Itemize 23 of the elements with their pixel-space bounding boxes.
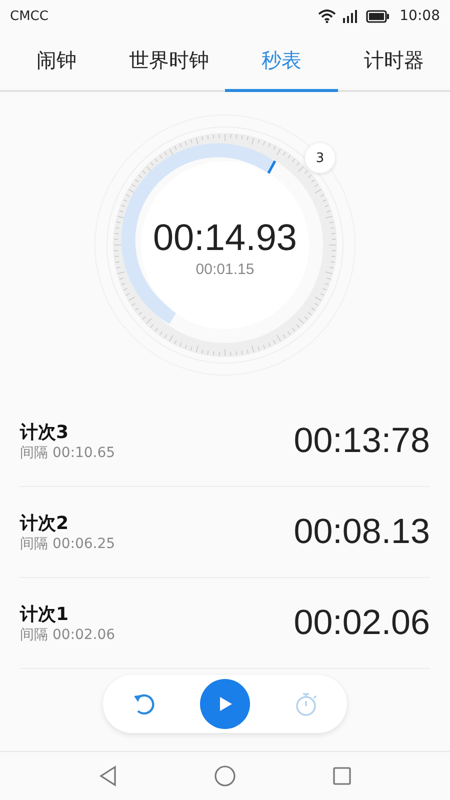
lap-name: 计次3 <box>20 421 70 444</box>
lap-interval: 间隔 00:02.06 <box>20 626 116 644</box>
lap-total-time: 00:13:78 <box>294 421 430 461</box>
lap-total-time: 00:08.13 <box>294 512 430 552</box>
carrier-name: CMCC <box>10 8 48 24</box>
lap-interval: 间隔 00:10.65 <box>20 444 116 462</box>
lap-total-time: 00:02.06 <box>294 603 430 643</box>
lap-count-badge: 3 <box>305 143 335 173</box>
lap-time: 00:01.15 <box>196 260 254 278</box>
battery-icon <box>366 10 390 22</box>
elapsed-time: 00:14.93 <box>152 216 298 258</box>
back-icon[interactable] <box>98 765 118 787</box>
recents-icon[interactable] <box>332 766 352 786</box>
wifi-icon <box>318 9 336 23</box>
home-icon[interactable] <box>214 765 236 787</box>
tab[interactable]: 世界时钟 <box>112 32 225 92</box>
lap-interval: 间隔 00:06.25 <box>20 535 116 553</box>
clock-time: 10:08 <box>400 8 440 24</box>
lap-name: 计次2 <box>20 512 70 535</box>
tab[interactable]: 计时器 <box>338 32 450 92</box>
signal-icon <box>342 9 360 23</box>
tab[interactable]: 闹钟 <box>0 32 112 92</box>
lap-name: 计次1 <box>20 603 70 626</box>
